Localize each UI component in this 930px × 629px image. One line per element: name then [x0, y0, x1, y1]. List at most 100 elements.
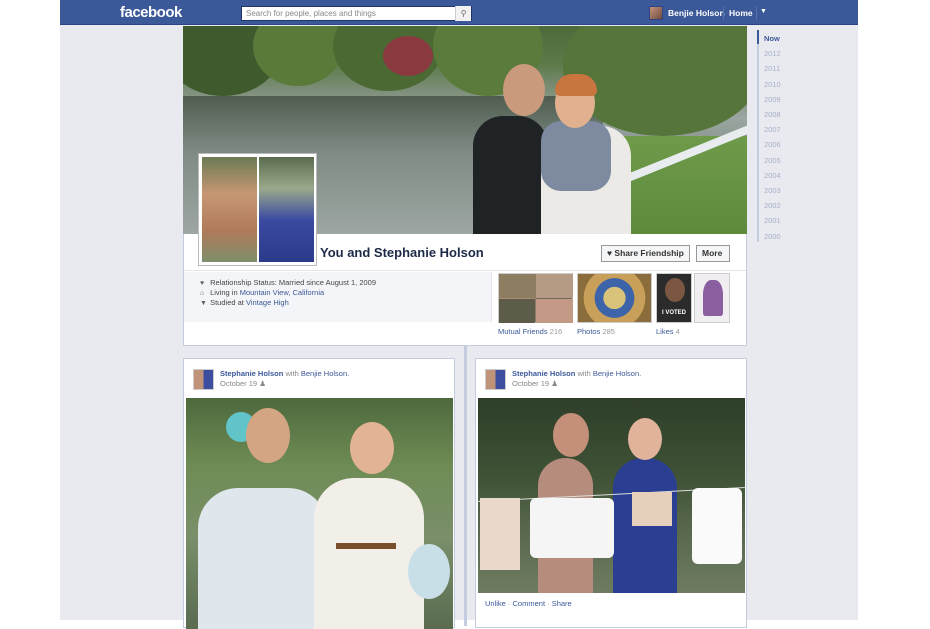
- baby-clothes: [480, 498, 520, 570]
- friends-audience-icon: ♟: [551, 379, 558, 388]
- post-photo[interactable]: [478, 398, 745, 593]
- timeline-year-nav: Now 2012 2011 2010 2009 2008 2007 2006 2005 2004 2…: [757, 30, 857, 242]
- timeline-year-2012[interactable]: 2012: [764, 49, 781, 58]
- timeline-year-2006[interactable]: 2006: [764, 140, 781, 149]
- share-button-label: Share Friendship: [614, 248, 684, 258]
- person: [473, 116, 548, 234]
- timeline-year-2005[interactable]: 2005: [764, 156, 781, 165]
- timeline-year-2009[interactable]: 2009: [764, 95, 781, 104]
- profile-photo-left: [202, 157, 257, 262]
- search-icon[interactable]: ⚲: [455, 6, 471, 21]
- school-link[interactable]: Vintage High: [246, 298, 289, 307]
- timeline-year-2001[interactable]: 2001: [764, 216, 781, 225]
- timeline-spine: [464, 346, 467, 626]
- studied-row: ▼ Studied at Vintage High: [200, 298, 289, 307]
- flowers: [408, 544, 450, 599]
- share-friendship-button[interactable]: ♥ Share Friendship: [601, 245, 690, 262]
- likes-tile-obama[interactable]: I VOTED: [656, 273, 692, 323]
- timeline-year-2010[interactable]: 2010: [764, 80, 781, 89]
- friends-audience-icon: ♟: [259, 379, 266, 388]
- timeline-year-2011[interactable]: 2011: [764, 64, 780, 73]
- home-icon: ⌂: [200, 290, 205, 297]
- post-date[interactable]: October 19 ♟: [512, 379, 558, 388]
- person-face: [628, 418, 662, 460]
- share-icon: ♥: [607, 248, 613, 258]
- person: [314, 478, 424, 629]
- relationship-row: ♥ Relationship Status: Married since Aug…: [200, 278, 376, 287]
- post-date[interactable]: October 19 ♟: [220, 379, 266, 388]
- info-block: ♥ Relationship Status: Married since Aug…: [184, 272, 492, 322]
- comment-link[interactable]: Comment: [513, 599, 546, 608]
- relationship-status: Relationship Status: Married since Augus…: [210, 278, 377, 287]
- hair: [555, 74, 597, 96]
- timeline-post: Stephanie Holson with Benjie Holson. Oct…: [183, 358, 455, 629]
- timeline-year-2008[interactable]: 2008: [764, 110, 781, 119]
- studied-prefix: Studied at: [210, 298, 246, 307]
- person-face: [246, 408, 290, 463]
- profile-photo-right: [259, 157, 314, 262]
- living-city-link[interactable]: Mountain View, California: [240, 288, 325, 297]
- user-avatar[interactable]: [649, 6, 663, 20]
- heart-icon: ♥: [200, 280, 205, 287]
- avatar[interactable]: [193, 369, 214, 390]
- profile-picture[interactable]: [198, 153, 317, 266]
- person: [198, 488, 328, 629]
- account-menu-chevron-down-icon[interactable]: ▼: [760, 8, 767, 15]
- post-photo[interactable]: [186, 398, 453, 629]
- belt: [336, 543, 396, 549]
- timeline-year-2002[interactable]: 2002: [764, 201, 781, 210]
- likes-tile-art[interactable]: [694, 273, 730, 323]
- facebook-logo[interactable]: facebook: [120, 4, 182, 21]
- baby-clothes: [530, 498, 614, 558]
- baby-clothes: [692, 488, 742, 564]
- living-row: ⌂ Living in Mountain View, California: [200, 288, 324, 297]
- nav-divider: [723, 6, 724, 20]
- scarf: [541, 121, 611, 191]
- likes-label[interactable]: Likes 4: [656, 327, 680, 336]
- mutual-friends-label[interactable]: Mutual Friends 216: [498, 327, 562, 336]
- with-text: with: [285, 369, 299, 378]
- person-face: [503, 64, 545, 116]
- timeline-post: Stephanie Holson with Benjie Holson. Oct…: [475, 358, 747, 628]
- i-voted-badge: I VOTED: [661, 310, 686, 316]
- more-button[interactable]: More: [696, 245, 730, 262]
- friend-photo: [499, 299, 535, 323]
- portrait-face: [665, 278, 685, 302]
- home-link[interactable]: Home: [729, 8, 753, 18]
- graduation-cap-icon: ▼: [200, 300, 207, 307]
- share-link[interactable]: Share: [552, 599, 572, 608]
- photos-label[interactable]: Photos 285: [577, 327, 615, 336]
- with-text: with: [577, 369, 591, 378]
- search-input[interactable]: Search for people, places and things ⚲: [241, 6, 472, 21]
- timeline-year-2000[interactable]: 2000: [764, 232, 781, 241]
- living-prefix: Living in: [210, 288, 240, 297]
- separator: ·: [545, 599, 552, 608]
- avatar[interactable]: [485, 369, 506, 390]
- nav-divider: [756, 6, 757, 20]
- post-author-line: Stephanie Holson with Benjie Holson.: [512, 369, 641, 378]
- timeline-year-2004[interactable]: 2004: [764, 171, 781, 180]
- author-link[interactable]: Stephanie Holson: [220, 369, 283, 378]
- user-name-link[interactable]: Benjie Holson: [668, 8, 725, 18]
- friend-photo: [536, 299, 573, 323]
- divider: [184, 270, 746, 271]
- post-author-line: Stephanie Holson with Benjie Holson.: [220, 369, 349, 378]
- tagged-friend-link[interactable]: Benjie Holson.: [301, 369, 349, 378]
- friend-photo: [536, 274, 573, 298]
- tree: [383, 36, 433, 76]
- person-face: [553, 413, 589, 457]
- tagged-friend-link[interactable]: Benjie Holson.: [593, 369, 641, 378]
- timeline-year-2007[interactable]: 2007: [764, 125, 781, 134]
- timeline-year-now[interactable]: Now: [764, 34, 780, 43]
- author-link[interactable]: Stephanie Holson: [512, 369, 575, 378]
- unlike-link[interactable]: Unlike: [485, 599, 506, 608]
- separator: ·: [505, 599, 513, 608]
- page-title: You and Stephanie Holson: [320, 245, 484, 260]
- timeline-year-2003[interactable]: 2003: [764, 186, 781, 195]
- art-figure: [703, 280, 723, 316]
- mutual-friends-tile[interactable]: [498, 273, 573, 323]
- photos-tile[interactable]: [577, 273, 652, 323]
- current-year-marker: [757, 30, 759, 44]
- post-actions: Unlike · Comment · Share: [485, 599, 572, 608]
- friend-photo: [499, 274, 535, 298]
